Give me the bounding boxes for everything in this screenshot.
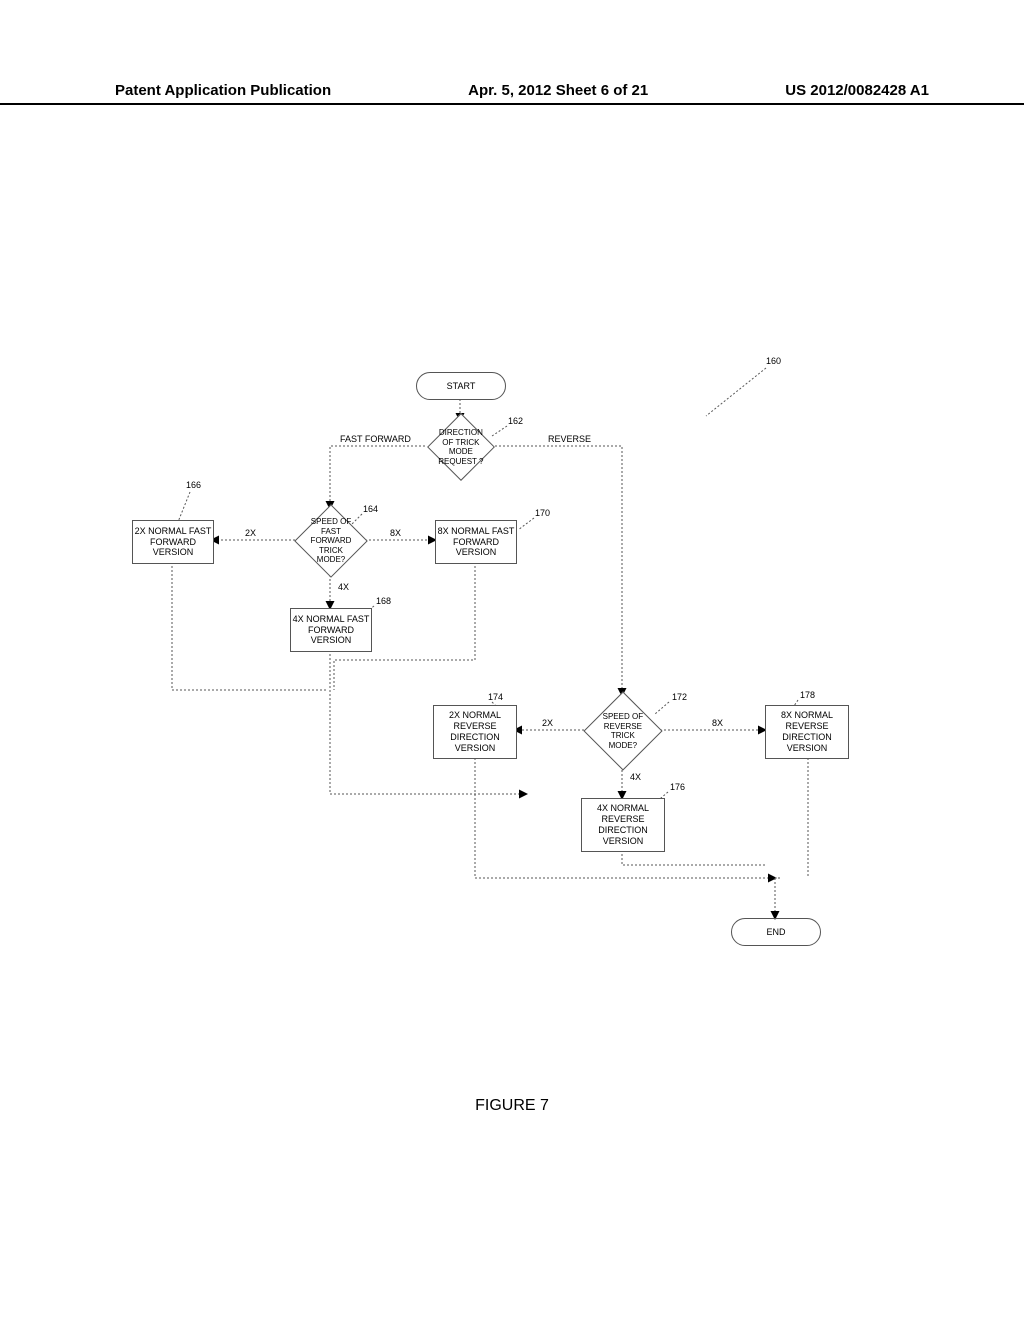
figure-caption: FIGURE 7 xyxy=(0,1097,1024,1115)
edge-rv-4x: 4X xyxy=(630,772,641,782)
box-ff-4x: 4X NORMAL FAST FORWARD VERSION xyxy=(290,608,372,652)
ref-166: 166 xyxy=(186,480,201,490)
edge-fast-forward: FAST FORWARD xyxy=(340,434,411,444)
ref-174: 174 xyxy=(488,692,503,702)
edge-rv-8x: 8X xyxy=(712,718,723,728)
box-rv-2x: 2X NORMAL REVERSE DIRECTION VERSION xyxy=(433,705,517,759)
box-ff-2x: 2X NORMAL FAST FORWARD VERSION xyxy=(132,520,214,564)
edge-rv-2x: 2X xyxy=(542,718,553,728)
header-left: Patent Application Publication xyxy=(115,82,331,99)
header-center: Apr. 5, 2012 Sheet 6 of 21 xyxy=(468,82,648,99)
edge-ff-4x: 4X xyxy=(338,582,349,592)
ref-168: 168 xyxy=(376,596,391,606)
box-rv-4x: 4X NORMAL REVERSE DIRECTION VERSION xyxy=(581,798,665,852)
ref-172: 172 xyxy=(672,692,687,702)
edge-reverse: REVERSE xyxy=(548,434,591,444)
flowchart: START DIRECTION OF TRICK MODE REQUEST ? … xyxy=(130,360,910,1080)
box-rv-8x: 8X NORMAL REVERSE DIRECTION VERSION xyxy=(765,705,849,759)
end-node: END xyxy=(731,918,821,946)
ref-164: 164 xyxy=(363,504,378,514)
edge-ff-8x: 8X xyxy=(390,528,401,538)
ref-162: 162 xyxy=(508,416,523,426)
ref-176: 176 xyxy=(670,782,685,792)
ref-160: 160 xyxy=(766,356,781,366)
ref-178: 178 xyxy=(800,690,815,700)
edge-ff-2x: 2X xyxy=(245,528,256,538)
start-node: START xyxy=(416,372,506,400)
box-ff-8x: 8X NORMAL FAST FORWARD VERSION xyxy=(435,520,517,564)
header-right: US 2012/0082428 A1 xyxy=(785,82,929,99)
ref-170: 170 xyxy=(535,508,550,518)
